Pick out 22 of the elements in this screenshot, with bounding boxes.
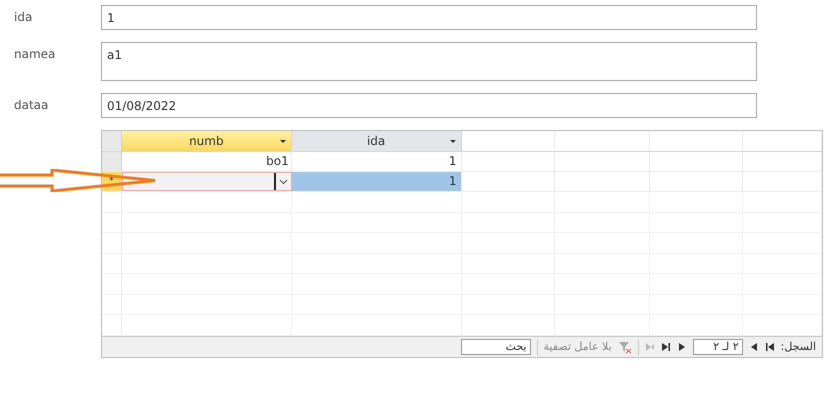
table-cell: 1: [292, 152, 462, 171]
text-field[interactable]: 1: [101, 5, 757, 30]
filter-icon[interactable]: [618, 340, 632, 354]
field-label: dataa: [14, 97, 50, 114]
search-field[interactable]: بحث: [460, 339, 530, 355]
first-record-icon[interactable]: [764, 342, 775, 352]
text-field[interactable]: 01/08/2022: [101, 93, 757, 118]
record-label: السجل:: [780, 338, 816, 355]
table-cell: 1: [292, 172, 462, 191]
table-cell: bo1: [122, 152, 292, 171]
previous-record-icon[interactable]: [748, 342, 759, 352]
dropdown-arrow-icon[interactable]: [280, 140, 286, 143]
column-header[interactable]: ida: [292, 131, 462, 151]
last-record-icon[interactable]: [660, 342, 671, 352]
record-number-field[interactable]: ٢ لـ ٢: [692, 339, 743, 355]
field-label: ida: [14, 9, 34, 26]
field-label: namea: [14, 46, 56, 63]
text-field[interactable]: a1: [101, 42, 757, 81]
chevron-down-icon: [278, 178, 288, 184]
dropdown-arrow-icon[interactable]: [450, 140, 456, 143]
column-header[interactable]: numb: [122, 131, 292, 151]
next-record-icon[interactable]: [676, 342, 687, 352]
